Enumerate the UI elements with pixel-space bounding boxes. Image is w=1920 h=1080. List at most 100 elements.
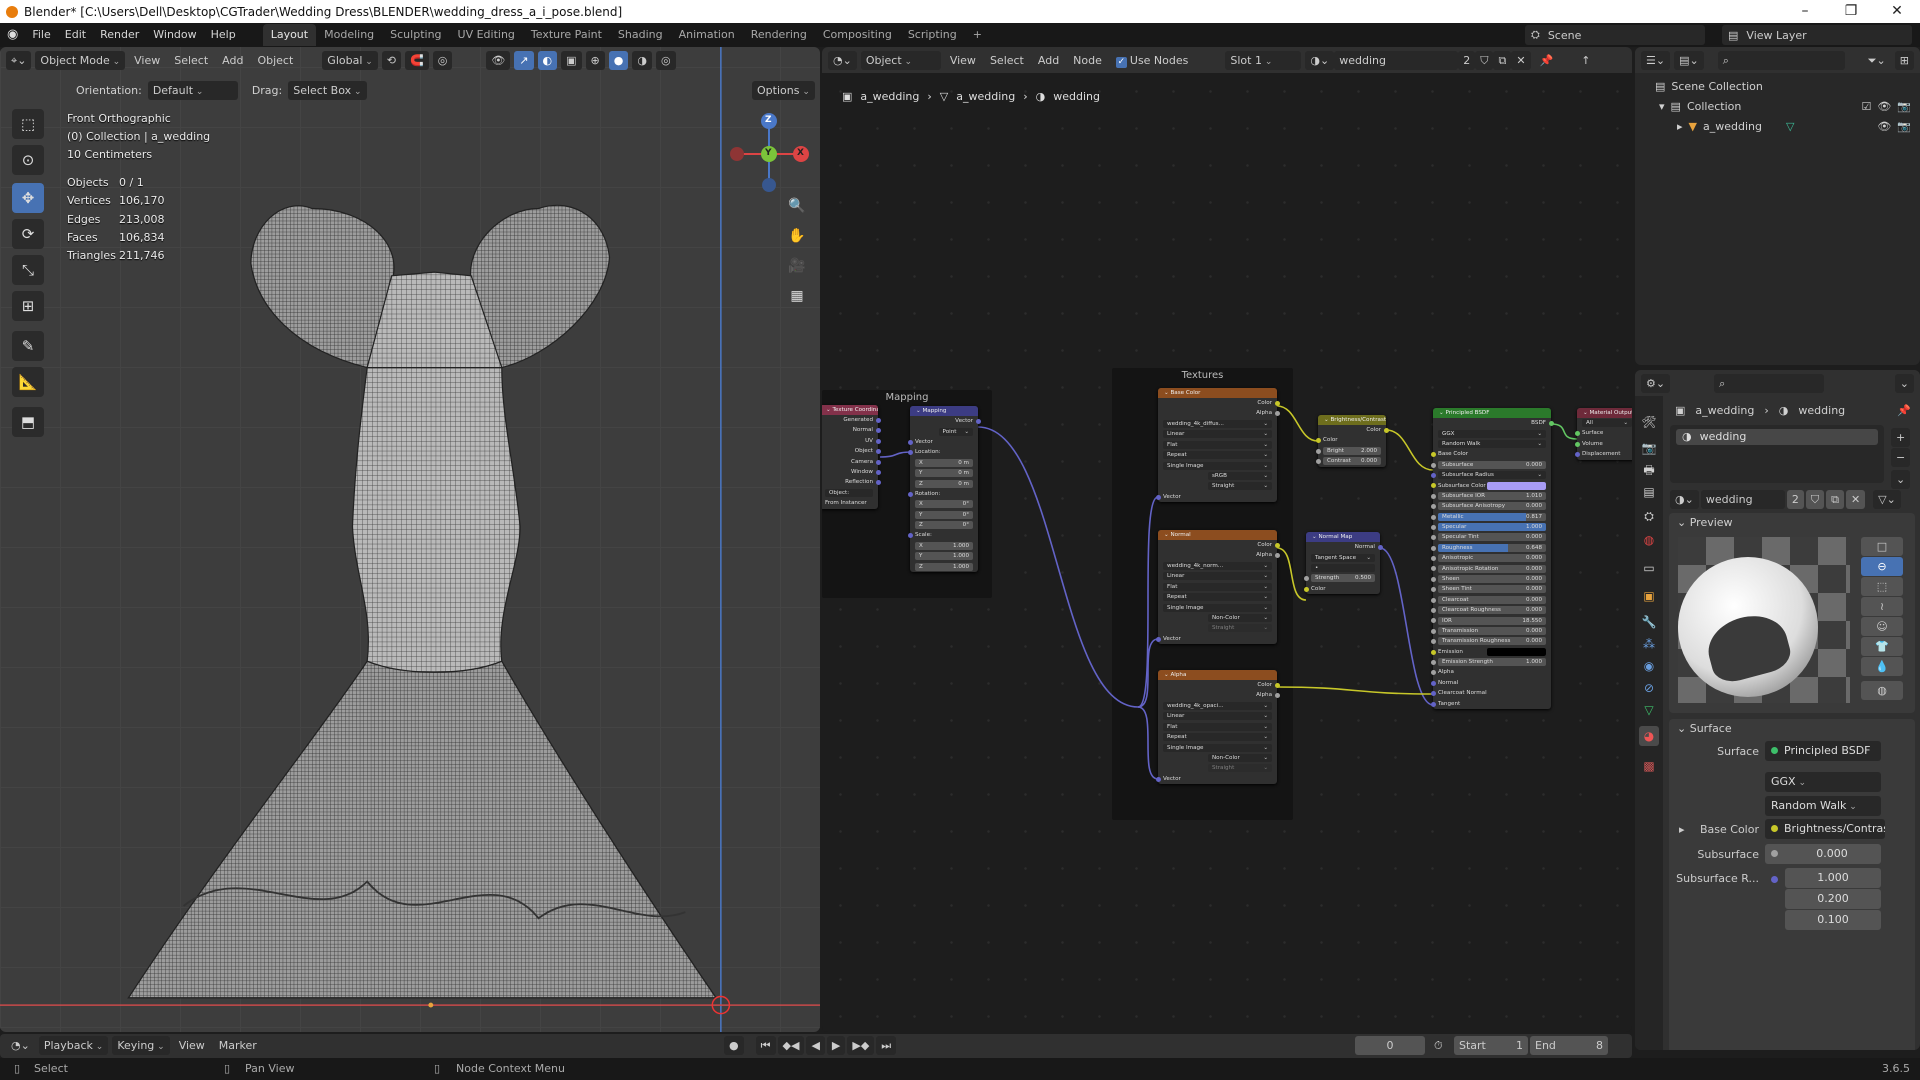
socket-icon[interactable] xyxy=(907,450,913,456)
node-row-vector[interactable]: Vector xyxy=(1155,774,1277,784)
socket-icon[interactable] xyxy=(1430,670,1436,676)
tab-shading[interactable]: Shading xyxy=(610,24,671,46)
node-row-anisotropic[interactable]: Anisotropic 0.000 xyxy=(1430,553,1551,563)
node-row-y[interactable]: Y 1.000 xyxy=(910,551,978,561)
socket-icon[interactable] xyxy=(1155,776,1161,782)
node-row-roughness[interactable]: Roughness 0.648 xyxy=(1430,543,1551,553)
scene-selector[interactable]: ⛭ Scene xyxy=(1525,25,1705,45)
node-row-vector[interactable]: Vector xyxy=(907,437,978,447)
node-row-flat[interactable]: Flat ⌄ xyxy=(1158,722,1277,732)
node-field[interactable]: Transmission 0.000 xyxy=(1438,627,1546,635)
node-row-normal[interactable]: Normal xyxy=(822,425,881,435)
scale-tool[interactable]: ⤡ xyxy=(12,255,44,285)
menu-render[interactable]: Render xyxy=(93,23,146,47)
preview-monkey-icon[interactable]: ☺ xyxy=(1861,617,1903,636)
scene-tab-icon[interactable]: ⛭ xyxy=(1639,506,1659,526)
node-field[interactable]: Random Walk ⌄ xyxy=(1438,439,1546,448)
node-field[interactable]: Linear ⌄ xyxy=(1163,430,1272,439)
cursor-tool[interactable]: ⊙ xyxy=(12,145,44,175)
node-row-subsurface-anisotropy[interactable]: Subsurface Anisotropy 0.000 xyxy=(1430,501,1551,511)
visibility-icon[interactable]: 👁 xyxy=(486,50,511,70)
transform-orientation-dropdown[interactable]: Global xyxy=(322,50,378,70)
duplicate-material-icon[interactable]: ⧉ xyxy=(1826,490,1844,509)
node-row-color[interactable]: Color xyxy=(1158,398,1280,408)
node-row-generated[interactable]: Generated xyxy=(822,415,881,425)
node-row-color[interactable]: Color xyxy=(1315,435,1386,445)
socket-icon[interactable] xyxy=(1315,438,1321,444)
subsurface-radius-x[interactable]: 1.000 xyxy=(1785,868,1881,888)
node-row-rotation[interactable]: Rotation: xyxy=(907,489,978,499)
node-row-y[interactable]: Y 0° xyxy=(910,510,978,520)
blender-menu-icon[interactable]: ◉ xyxy=(0,23,25,47)
node-row-specular[interactable]: Specular 1.000 xyxy=(1430,522,1551,532)
modifier-tab-icon[interactable]: 🔧 xyxy=(1639,612,1659,632)
node-field[interactable]: Single Image ⌄ xyxy=(1163,603,1272,612)
start-frame-field[interactable]: Start 1 xyxy=(1454,1036,1528,1055)
node-link[interactable] xyxy=(977,426,1139,708)
pin-icon[interactable]: 📌 xyxy=(1897,404,1911,417)
node-row-linear[interactable]: Linear ⌄ xyxy=(1158,571,1277,581)
node-field[interactable]: AlphaStraight⌄ xyxy=(1207,482,1272,491)
tab-modeling[interactable]: Modeling xyxy=(316,24,382,46)
material-slot-item[interactable]: ◑ wedding xyxy=(1676,429,1878,445)
socket-icon[interactable] xyxy=(1430,628,1436,634)
subsurface-field[interactable]: 0.000 xyxy=(1765,844,1881,864)
node-row-straight[interactable]: AlphaStraight⌄ xyxy=(1158,481,1277,491)
editor-type-button[interactable]: ⚙⌄ xyxy=(1641,373,1671,393)
socket-icon[interactable] xyxy=(875,428,881,434)
node-principled[interactable]: ⌄ Principled BSDF BSDF GGX ⌄ Random Walk ⌄ Bas… xyxy=(1430,408,1554,709)
node-row-clearcoat-roughness[interactable]: Clearcoat Roughness 0.000 xyxy=(1430,605,1551,615)
snap-icon[interactable]: 🧲 xyxy=(405,50,429,70)
socket-icon[interactable] xyxy=(1430,545,1436,551)
node-row-vector[interactable]: Vector xyxy=(1155,634,1277,644)
node-row-color[interactable]: Color xyxy=(1318,425,1389,435)
node-row-clearcoat[interactable]: Clearcoat 0.000 xyxy=(1430,595,1551,605)
node-field[interactable]: Clearcoat Roughness 0.000 xyxy=(1438,606,1546,615)
preview-hair-icon[interactable]: ≀ xyxy=(1861,597,1903,616)
tab-layout[interactable]: Layout xyxy=(262,24,317,46)
node-row-surface[interactable]: Surface xyxy=(1574,428,1632,438)
node-row-emission-strength[interactable]: Emission Strength 1.000 xyxy=(1430,657,1551,667)
link-type-icon[interactable]: ▽⌄ xyxy=(1873,490,1901,509)
node-row-flat[interactable]: Flat ⌄ xyxy=(1158,440,1277,450)
socket-icon[interactable] xyxy=(1430,701,1436,707)
menu-playback[interactable]: Playback xyxy=(38,1036,109,1055)
node-row-repeat[interactable]: Repeat ⌄ xyxy=(1158,592,1277,602)
node-row-color[interactable]: Color xyxy=(1158,540,1280,550)
node-row-wedding-4k-opaci[interactable]: wedding_4k_opaci... ⌄ xyxy=(1158,701,1277,711)
socket-icon[interactable] xyxy=(1274,693,1280,699)
tab-compositing[interactable]: Compositing xyxy=(815,24,900,46)
node-field[interactable]: Sheen 0.000 xyxy=(1438,575,1546,584)
material-shading-icon[interactable]: ◑ xyxy=(632,50,652,70)
node-field[interactable]: Object: xyxy=(825,488,873,497)
node-field[interactable]: Specular Tint 0.000 xyxy=(1438,533,1546,542)
node-row-color[interactable]: Color xyxy=(1303,584,1380,594)
distribution-dropdown[interactable]: GGX xyxy=(1765,772,1881,792)
node-field[interactable]: Flat ⌄ xyxy=(1163,582,1272,591)
node-row-linear[interactable]: Linear ⌄ xyxy=(1158,429,1277,439)
preview-flat-icon[interactable]: □ xyxy=(1861,537,1903,556)
tab-animation[interactable]: Animation xyxy=(671,24,743,46)
node-row-z[interactable]: Z 1.000 xyxy=(910,561,978,571)
node-row-sheen-tint[interactable]: Sheen Tint 0.000 xyxy=(1430,584,1551,594)
node-header[interactable]: ⌄ Base Color xyxy=(1158,388,1277,398)
view-layer-tab-icon[interactable]: ▤ xyxy=(1639,482,1659,502)
node-link[interactable] xyxy=(1550,423,1578,440)
node-texcoord[interactable]: ⌄ Texture Coordinate Generated Normal UV Obj… xyxy=(822,405,881,509)
visibility-toggles[interactable]: 👁📷 xyxy=(1877,120,1917,133)
node-link[interactable] xyxy=(1276,405,1319,442)
node-field[interactable]: Emission Strength 1.000 xyxy=(1438,658,1546,667)
socket-icon[interactable] xyxy=(1274,543,1280,548)
maximize-button[interactable]: ❐ xyxy=(1828,0,1874,23)
node-row-wedding-4k-diffus[interactable]: wedding_4k_diffus... ⌄ xyxy=(1158,419,1277,429)
node-row-alpha[interactable]: Alpha xyxy=(1158,550,1280,560)
node-row-[interactable]: • xyxy=(1306,563,1380,573)
menu-add[interactable]: Add xyxy=(217,51,248,70)
shader-node-editor[interactable]: ◔⌄ Object View Select Add Node ✓Use Node… xyxy=(822,47,1632,1032)
fake-user-shield-icon[interactable]: ⛉ xyxy=(1805,490,1825,509)
overlay-toggle-icon[interactable]: ◐ xyxy=(537,50,558,70)
node-row-linear[interactable]: Linear ⌄ xyxy=(1158,711,1277,721)
socket-icon[interactable] xyxy=(1430,680,1436,686)
node-row-displacement[interactable]: Displacement xyxy=(1574,449,1632,459)
node-link[interactable] xyxy=(1137,706,1159,780)
